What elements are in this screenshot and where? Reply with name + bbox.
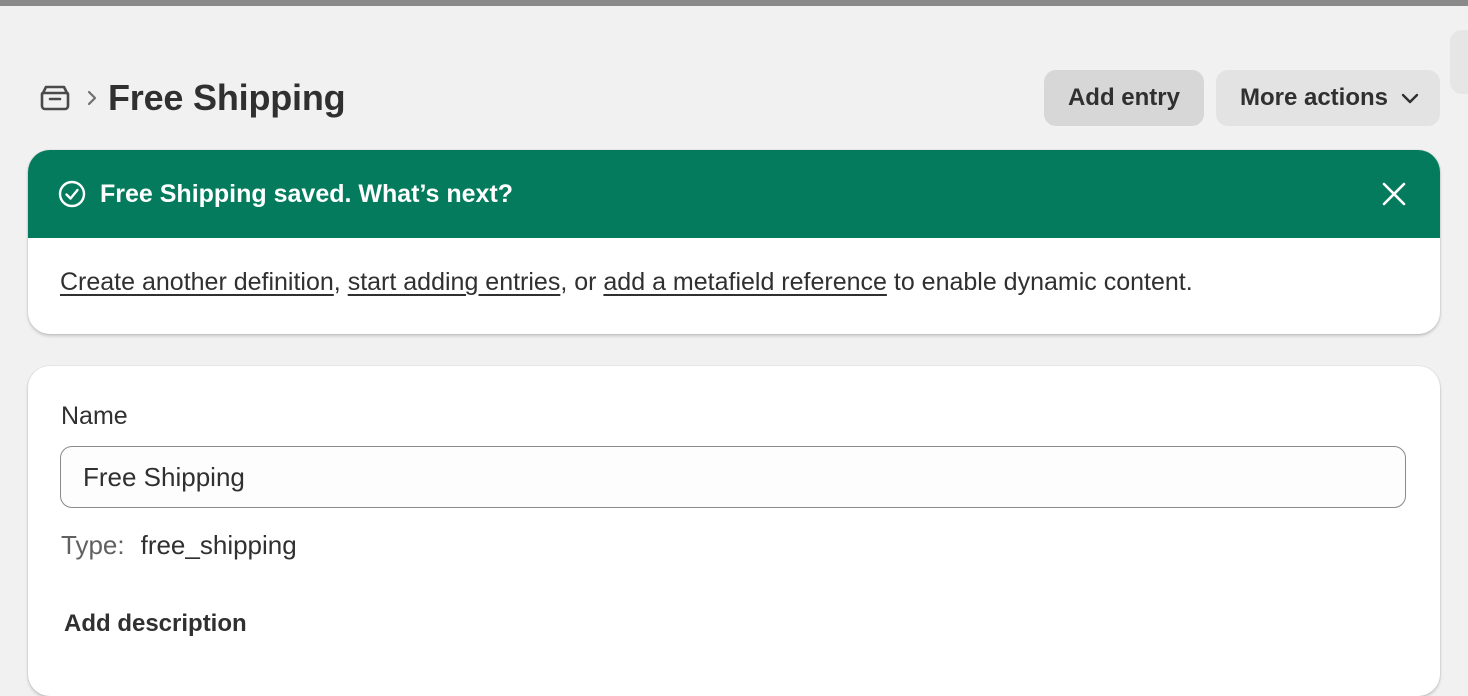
banner-title: Free Shipping saved. What’s next? <box>100 179 514 208</box>
add-metafield-reference-link[interactable]: add a metafield reference <box>603 268 887 296</box>
create-definition-link[interactable]: Create another definition <box>60 268 334 296</box>
banner-text-tail: to enable dynamic content. <box>886 268 1193 296</box>
success-banner: Free Shipping saved. What’s next? Create… <box>28 150 1440 334</box>
banner-message: Create another definition, start adding … <box>28 238 1440 298</box>
banner-text-separator: , or <box>560 268 604 296</box>
add-description-button[interactable]: Add description <box>64 610 247 638</box>
name-field-label: Name <box>61 402 128 430</box>
more-actions-button[interactable]: More actions <box>1215 70 1440 126</box>
more-actions-label: More actions <box>1239 84 1388 111</box>
page-title: Free Shipping <box>108 77 346 118</box>
chevron-down-icon <box>1400 91 1420 105</box>
close-icon[interactable] <box>1376 176 1412 212</box>
check-circle-icon <box>58 180 86 208</box>
top-strip <box>0 0 1468 6</box>
start-adding-entries-link[interactable]: start adding entries <box>348 268 561 296</box>
chevron-right-icon <box>86 88 98 108</box>
header-actions: Add entry More actions <box>1043 70 1440 126</box>
banner-header: Free Shipping saved. What’s next? <box>28 150 1440 238</box>
edge-panel-tab[interactable] <box>1450 30 1468 94</box>
add-entry-button[interactable]: Add entry <box>1043 70 1204 126</box>
banner-text-separator: , <box>333 268 348 296</box>
metaobject-icon[interactable] <box>38 81 72 115</box>
page-header: Free Shipping Add entry More actions <box>38 70 1440 126</box>
type-value: free_shipping <box>140 530 297 560</box>
type-row: Type: free_shipping <box>61 530 297 561</box>
name-input[interactable] <box>60 446 1406 508</box>
definition-card: Name Type: free_shipping Add description <box>28 366 1440 696</box>
type-label: Type: <box>61 530 125 560</box>
breadcrumb: Free Shipping <box>38 70 346 126</box>
